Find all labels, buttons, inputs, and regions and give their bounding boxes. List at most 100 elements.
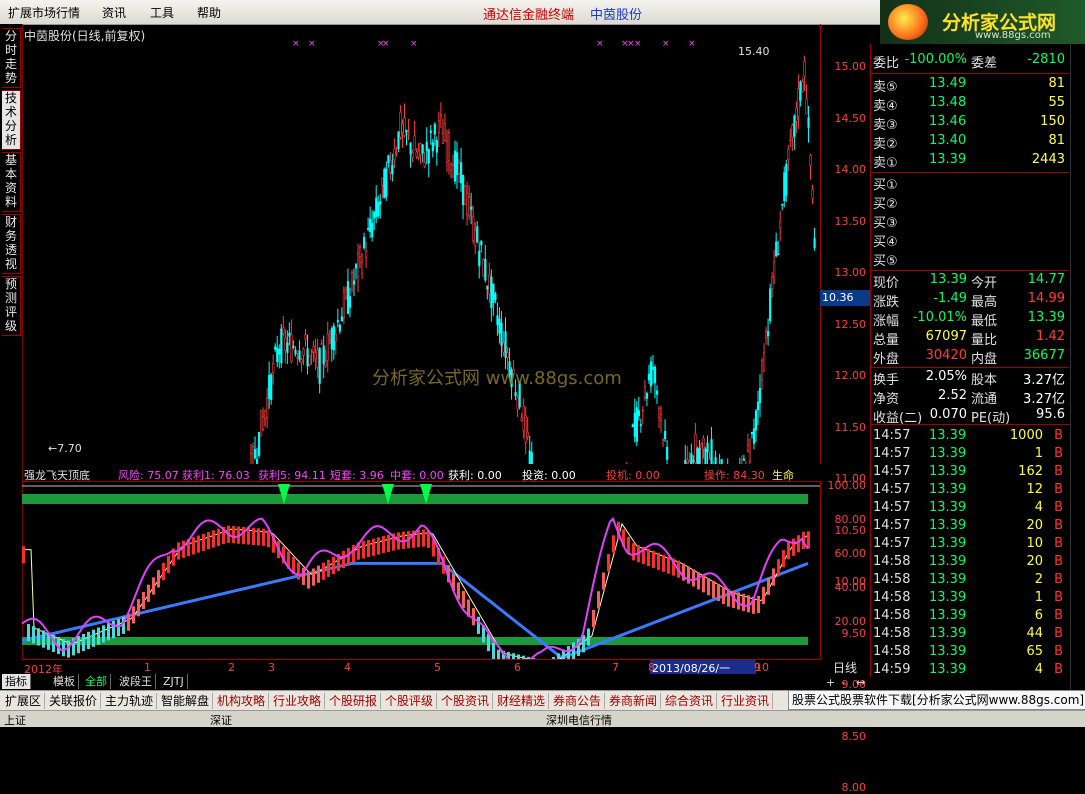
time-label: 2 [228, 661, 235, 674]
tab-minute-chart[interactable]: 分时走势 [2, 28, 21, 88]
info-tab[interactable]: 财经精选 [494, 693, 550, 709]
menu-item-help[interactable]: 帮助 [197, 4, 221, 21]
indicator-chart[interactable] [22, 481, 821, 660]
signal-marker: × [308, 39, 316, 49]
candle-body [334, 333, 337, 342]
info-tab[interactable]: 主力轨迹 [102, 693, 158, 709]
candle-body [274, 346, 277, 350]
tab-basic-info[interactable]: 基本资料 [2, 152, 21, 212]
tab-forecast[interactable]: 预测评级 [2, 276, 21, 336]
candle-body [714, 457, 717, 464]
candle-body [520, 417, 523, 421]
time-label: 5 [434, 661, 441, 674]
weicha-value: -2810 [1027, 52, 1065, 67]
sell-level-price: 13.48 [929, 95, 967, 110]
tab-technical[interactable]: 技术分析 [2, 90, 21, 150]
info-tab[interactable]: 行业攻略 [270, 693, 326, 709]
indicator-bar [472, 608, 475, 626]
candle-body [393, 148, 396, 161]
candle-body [647, 373, 651, 381]
zoom-reset-button[interactable]: ↔ [856, 676, 865, 689]
indicator-bar [137, 599, 140, 617]
info-tab[interactable]: 个股资讯 [438, 693, 494, 709]
info-tab[interactable]: 券商新闻 [606, 693, 662, 709]
indicator-bar [162, 562, 165, 581]
candle-body [403, 117, 406, 137]
menu-item-market[interactable]: 扩展市场行情 [8, 4, 80, 21]
candle-body [310, 351, 313, 354]
indicator-bar [597, 591, 600, 609]
candle-body [433, 124, 436, 135]
zoom-out-button[interactable]: - [842, 676, 846, 689]
buy-level-row[interactable]: 买① [871, 174, 1069, 193]
info-tab[interactable]: 关联报价 [46, 693, 102, 709]
buy-level-row[interactable]: 买② [871, 193, 1069, 212]
sell-level-row[interactable]: 卖② 13.40 81 [871, 133, 1069, 152]
indicator-bar [582, 635, 585, 653]
tab-template[interactable]: 模板 [50, 674, 79, 689]
candle-body [336, 320, 339, 323]
stat-row: 涨跌 -1.49 最高 14.99 [871, 291, 1069, 310]
indicator-bar [567, 646, 570, 660]
info-tab[interactable]: 个股评级 [382, 693, 438, 709]
price-tick: 8.00 [841, 781, 867, 794]
info-tab[interactable]: 综合资讯 [662, 693, 718, 709]
menu-item-tools[interactable]: 工具 [150, 4, 174, 21]
candle-body [445, 141, 449, 163]
candle-body [363, 236, 366, 249]
info-tab[interactable]: 扩展区 [2, 693, 46, 709]
tab-zjtj[interactable]: ZJTJ [160, 674, 188, 689]
candle-body [758, 388, 762, 403]
candle-body [742, 458, 745, 461]
candle-body [752, 428, 756, 444]
tab-financial[interactable]: 财务透视 [2, 214, 21, 274]
tab-indicator[interactable]: 指标 [2, 674, 31, 689]
candle-body [500, 322, 503, 346]
sell-level-row[interactable]: 卖⑤ 13.49 81 [871, 76, 1069, 95]
indicator-bar [332, 556, 335, 574]
info-tab[interactable]: 个股研报 [326, 693, 382, 709]
info-tab[interactable]: 券商公告 [550, 693, 606, 709]
candle-body [371, 222, 374, 238]
candle-body [255, 458, 259, 464]
trade-side: B [1054, 554, 1063, 569]
tab-band-king[interactable]: 波段王 [116, 674, 156, 689]
candle-body [641, 409, 644, 412]
stat-label: 涨幅 [873, 314, 900, 329]
sell-level-row[interactable]: 卖③ 13.46 150 [871, 114, 1069, 133]
candle-body [651, 367, 655, 370]
info-tab[interactable]: 行业资讯 [718, 693, 774, 709]
tab-all[interactable]: 全部 [82, 674, 111, 689]
ad-banner[interactable]: 股票公式股票软件下载[分析家公式网www.88gs.com] [788, 690, 1085, 710]
trade-row: 14:58 13.39 2 B [871, 572, 1069, 590]
zoom-in-button[interactable]: + [826, 676, 835, 689]
candle-body [476, 226, 479, 243]
info-tab[interactable]: 机构攻略 [214, 693, 270, 709]
indicator-bar [87, 631, 90, 649]
price-tick: 12.00 [834, 369, 867, 382]
indicator-bar [647, 548, 650, 567]
candle-body [453, 150, 457, 182]
candle-body [298, 350, 301, 360]
sell-level-row[interactable]: 卖④ 13.48 55 [871, 95, 1069, 114]
trade-row: 14:58 13.39 6 B [871, 608, 1069, 626]
stat-value: 13.39 [929, 272, 967, 287]
buy-level-row[interactable]: 买③ [871, 212, 1069, 231]
buy-level-row[interactable]: 买④ [871, 231, 1069, 250]
indicator-bar [252, 527, 255, 545]
indicator-bar [662, 554, 665, 572]
candle-body [767, 331, 770, 337]
indicator-bar [587, 628, 590, 646]
candle-body [486, 285, 489, 290]
buy-level-row[interactable]: 买⑤ [871, 250, 1069, 269]
period-label[interactable]: 日线 [822, 659, 868, 675]
menu-item-news[interactable]: 资讯 [102, 4, 126, 21]
candlestick-chart[interactable]: × × × × × × × × × × × 中茵股份(日线,前复权) 15.40 ←7.70 分析家… [22, 24, 821, 464]
weibi-value: -100.00% [904, 52, 967, 67]
candle-body [391, 165, 394, 175]
right-scrollbar[interactable] [1070, 44, 1085, 690]
indicator-bar [707, 578, 710, 596]
indicator-bar [807, 531, 810, 549]
sell-level-row[interactable]: 卖① 13.39 2443 [871, 152, 1069, 171]
info-tab[interactable]: 智能解盘 [158, 693, 214, 709]
